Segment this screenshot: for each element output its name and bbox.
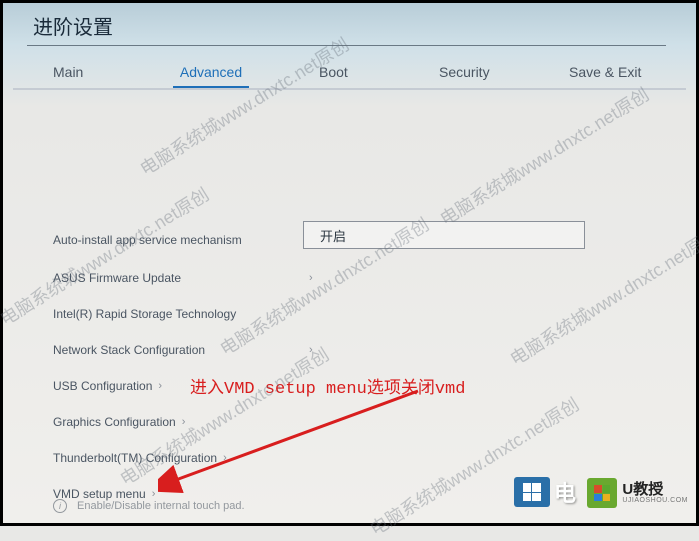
- logo-dnxtc: 电: [514, 476, 576, 508]
- row-usb-config[interactable]: USB Configuration ›: [3, 369, 162, 403]
- row-intel-rst[interactable]: Intel(R) Rapid Storage Technology: [3, 297, 303, 331]
- chevron-right-icon: ›: [158, 380, 162, 392]
- tab-boot[interactable]: Boot: [319, 58, 369, 89]
- help-bar: i Enable/Disable internal touch pad.: [53, 499, 245, 513]
- chevron-right-icon: ›: [309, 344, 313, 356]
- row-auto-install[interactable]: Auto-install app service mechanism: [3, 223, 303, 257]
- select-value: 开启: [320, 226, 346, 245]
- label-intel-rst: Intel(R) Rapid Storage Technology: [53, 307, 303, 321]
- label-usb-config: USB Configuration: [53, 379, 152, 393]
- label-auto-install: Auto-install app service mechanism: [53, 233, 303, 247]
- tab-bar: Main Advanced Boot Security Save & Exit: [3, 58, 696, 89]
- label-graphics: Graphics Configuration: [53, 415, 176, 429]
- label-asus-fw: ASUS Firmware Update: [53, 271, 303, 285]
- info-icon: i: [53, 499, 67, 513]
- chevron-right-icon: ›: [223, 452, 227, 464]
- tab-advanced[interactable]: Advanced: [173, 58, 249, 89]
- logo-u-text1: U教授: [622, 482, 688, 497]
- row-network-stack[interactable]: Network Stack Configuration ›: [3, 333, 313, 367]
- chevron-right-icon: ›: [182, 416, 186, 428]
- tab-main[interactable]: Main: [53, 58, 113, 89]
- row-graphics-config[interactable]: Graphics Configuration ›: [3, 405, 185, 439]
- logo-dnxtc-text: 电: [554, 476, 576, 508]
- watermark: 电脑系统城www.dnxtc.net原创: [135, 31, 354, 181]
- tab-underline: [13, 88, 686, 90]
- help-text: Enable/Disable internal touch pad.: [77, 500, 245, 512]
- tab-save-exit[interactable]: Save & Exit: [569, 58, 659, 89]
- row-asus-fw-update[interactable]: ASUS Firmware Update ›: [3, 261, 313, 295]
- select-auto-install[interactable]: 开启: [303, 221, 585, 249]
- label-thunderbolt: Thunderbolt(TM) Configuration: [53, 451, 217, 465]
- header-divider: [27, 45, 666, 46]
- logo-u-text2: UJIAOSHOU.COM: [622, 497, 688, 504]
- label-network-stack: Network Stack Configuration: [53, 343, 303, 357]
- watermark: 电脑系统城www.dnxtc.net原创: [435, 81, 654, 231]
- page-title: 进阶设置: [33, 11, 113, 40]
- annotation-text: 进入VMD setup menu选项关闭vmd: [190, 373, 465, 399]
- watermark: 电脑系统城www.dnxtc.net原创: [365, 391, 584, 541]
- logo-ujiaoshou: U教授 UJIAOSHOU.COM: [587, 478, 688, 508]
- row-thunderbolt-config[interactable]: Thunderbolt(TM) Configuration ›: [3, 441, 227, 475]
- tab-security[interactable]: Security: [439, 58, 509, 89]
- chevron-right-icon: ›: [309, 272, 313, 284]
